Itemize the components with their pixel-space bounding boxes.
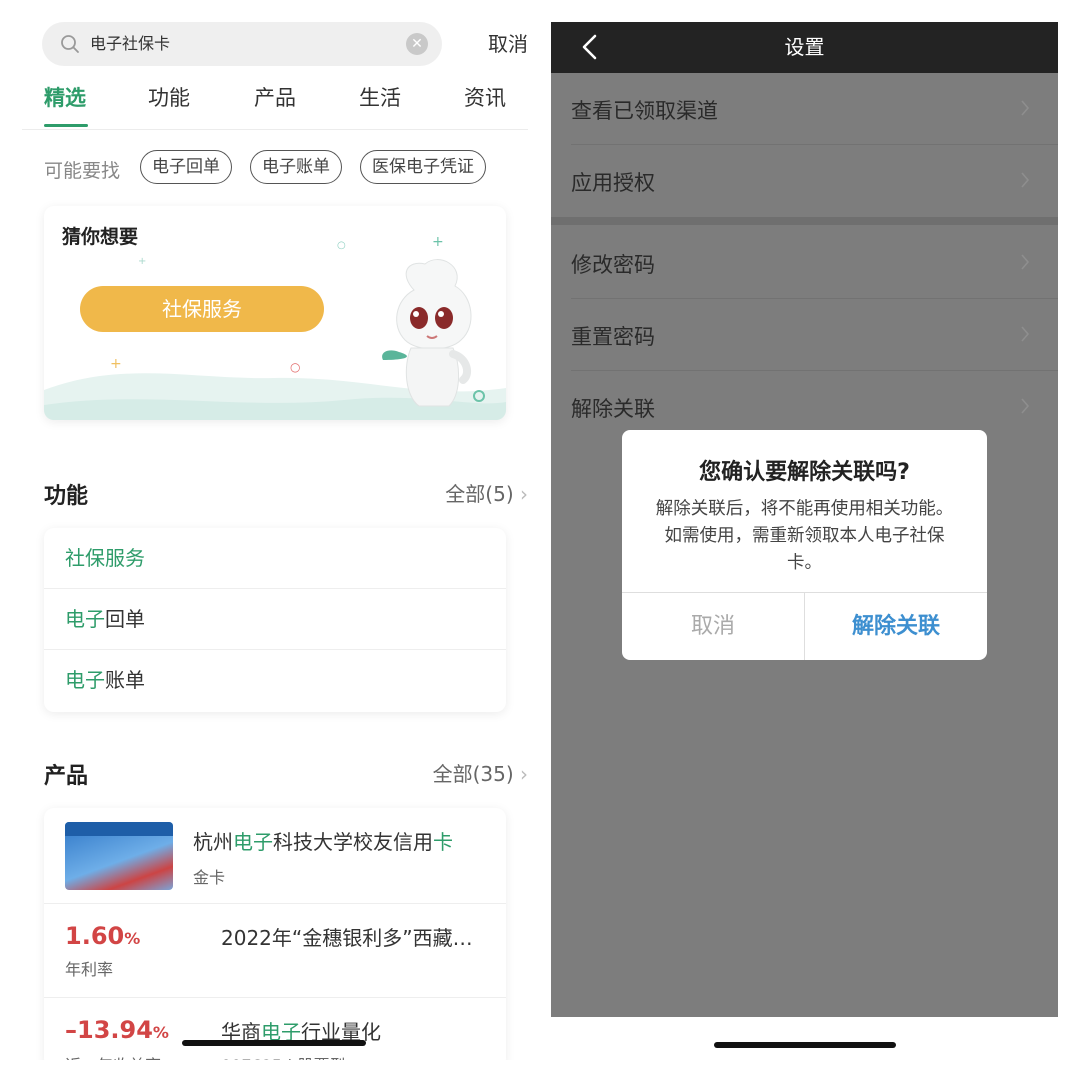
search-input[interactable]: 电子社保卡 bbox=[90, 22, 170, 66]
search-icon bbox=[61, 35, 79, 53]
function-item-electronic-statement[interactable]: 电子账单 bbox=[44, 650, 506, 711]
guess-card-title: 猜你想要 bbox=[62, 226, 139, 248]
search-results-screen: 电子社保卡 ✕ 取消 精选 功能 产品 生活 资讯 可能要找 电子回单 电子账单… bbox=[22, 0, 528, 1060]
group-separator bbox=[551, 217, 1058, 225]
home-indicator bbox=[182, 1040, 366, 1046]
tab-life[interactable]: 生活 bbox=[359, 82, 401, 112]
guess-card: 猜你想要 社保服务 + ○ + + ○ bbox=[44, 206, 506, 420]
result-tabs: 精选 功能 产品 生活 资讯 bbox=[22, 72, 528, 130]
suggestions-label: 可能要找 bbox=[44, 160, 121, 182]
rate-unit: % bbox=[124, 929, 141, 948]
rate-label: 近一年收益率 bbox=[65, 1052, 161, 1060]
rate-number: 1.60 bbox=[65, 922, 125, 950]
settings-item-view-channels[interactable]: 查看已领取渠道 bbox=[551, 73, 1058, 145]
function-item-text: 账单 bbox=[105, 668, 145, 692]
product-title: 2022年“金穗银利多”西藏… bbox=[221, 926, 473, 950]
search-bar: 电子社保卡 ✕ 取消 bbox=[22, 22, 528, 68]
rate-value: 1.60% bbox=[65, 922, 140, 950]
suggestion-chip-medical-voucher[interactable]: 医保电子凭证 bbox=[360, 150, 486, 184]
social-security-service-button[interactable]: 社保服务 bbox=[80, 286, 324, 332]
functions-all-label: 全部(5) bbox=[445, 482, 514, 506]
dialog-title: 您确认要解除关联吗? bbox=[699, 460, 910, 485]
sparkle-icon: ○ bbox=[290, 360, 301, 374]
settings-item-label: 修改密码 bbox=[571, 253, 655, 277]
title-part: 科技大学校友信用 bbox=[273, 830, 433, 854]
page-title: 设置 bbox=[784, 35, 825, 59]
search-box[interactable]: 电子社保卡 ✕ bbox=[42, 22, 442, 66]
unlink-confirm-dialog: 您确认要解除关联吗? 解除关联后，将不能再使用相关功能。如需使用，需重新领取本人… bbox=[622, 430, 987, 660]
products-view-all-link[interactable]: 全部(35) › bbox=[433, 758, 528, 787]
clear-icon[interactable]: ✕ bbox=[406, 33, 428, 55]
function-item-text: 回单 bbox=[105, 607, 145, 631]
dialog-confirm-unlink-button[interactable]: 解除关联 bbox=[805, 593, 987, 660]
product-subtitle: 007625 | 股票型 bbox=[221, 1052, 346, 1060]
function-item-highlight: 社保服务 bbox=[65, 546, 145, 570]
suggestions: 可能要找 电子回单 电子账单 医保电子凭证 bbox=[44, 150, 528, 186]
settings-item-label: 查看已领取渠道 bbox=[571, 99, 718, 123]
settings-item-label: 重置密码 bbox=[571, 325, 655, 349]
settings-item-label: 应用授权 bbox=[571, 171, 655, 195]
product-item-credit-card[interactable]: 杭州电子科技大学校友信用卡 金卡 bbox=[44, 808, 506, 904]
sparkle-icon: ○ bbox=[337, 240, 346, 251]
functions-section-header: 功能 全部(5) › bbox=[44, 474, 528, 510]
chevron-right-icon bbox=[1021, 172, 1030, 188]
nav-bar: 设置 bbox=[551, 22, 1058, 73]
function-item-electronic-receipt[interactable]: 电子回单 bbox=[44, 589, 506, 650]
title-part: 杭州 bbox=[193, 830, 233, 854]
bank-card-image bbox=[65, 822, 173, 890]
products-list: 杭州电子科技大学校友信用卡 金卡 1.60% 年利率 2022年“金穗银利多”西… bbox=[44, 808, 506, 1060]
card-header-strip bbox=[65, 822, 173, 836]
sparkle-icon: + bbox=[138, 256, 147, 267]
product-item-deposit[interactable]: 1.60% 年利率 2022年“金穗银利多”西藏… bbox=[44, 904, 506, 998]
products-section-title: 产品 bbox=[44, 764, 89, 789]
suggestion-chip-statement[interactable]: 电子账单 bbox=[250, 150, 342, 184]
rate-value: –13.94% bbox=[65, 1016, 169, 1044]
settings-item-label: 解除关联 bbox=[571, 397, 655, 421]
product-item-fund[interactable]: –13.94% 近一年收益率 华商电子行业量化 007625 | 股票型 bbox=[44, 998, 506, 1060]
function-item-social-security[interactable]: 社保服务 bbox=[44, 528, 506, 589]
sparkle-icon: + bbox=[432, 234, 444, 250]
chevron-right-icon bbox=[1021, 100, 1030, 116]
home-indicator bbox=[714, 1042, 896, 1048]
products-all-label: 全部(35) bbox=[432, 762, 514, 786]
tab-functions[interactable]: 功能 bbox=[148, 82, 190, 112]
products-section-header: 产品 全部(35) › bbox=[44, 754, 528, 790]
tab-news[interactable]: 资讯 bbox=[464, 82, 506, 112]
function-item-highlight: 电子 bbox=[65, 668, 105, 692]
active-tab-indicator bbox=[44, 124, 88, 127]
suggestion-chip-receipt[interactable]: 电子回单 bbox=[140, 150, 232, 184]
dialog-cancel-button[interactable]: 取消 bbox=[622, 593, 804, 660]
cancel-search-button[interactable]: 取消 bbox=[488, 22, 528, 66]
chevron-right-icon: › bbox=[520, 762, 528, 786]
settings-item-app-authorization[interactable]: 应用授权 bbox=[551, 145, 1058, 217]
dialog-message: 解除关联后，将不能再使用相关功能。如需使用，需重新领取本人电子社保卡。 bbox=[655, 499, 954, 573]
functions-list: 社保服务 电子回单 电子账单 bbox=[44, 528, 506, 712]
chevron-right-icon: › bbox=[520, 482, 528, 506]
settings-item-reset-password[interactable]: 重置密码 bbox=[551, 299, 1058, 371]
product-subtitle: 金卡 bbox=[193, 868, 226, 887]
title-highlight: 电子 bbox=[233, 830, 273, 854]
product-title: 杭州电子科技大学校友信用卡 bbox=[193, 826, 493, 855]
rate-number: –13.94 bbox=[65, 1016, 153, 1044]
title-highlight: 卡 bbox=[433, 830, 453, 854]
settings-item-change-password[interactable]: 修改密码 bbox=[551, 227, 1058, 299]
functions-section-title: 功能 bbox=[44, 484, 89, 509]
mascot-illustration bbox=[382, 259, 485, 407]
tab-featured[interactable]: 精选 bbox=[44, 82, 86, 112]
chevron-right-icon bbox=[1021, 326, 1030, 342]
chevron-right-icon bbox=[1021, 398, 1030, 414]
functions-view-all-link[interactable]: 全部(5) › bbox=[445, 478, 528, 507]
function-item-highlight: 电子 bbox=[65, 607, 105, 631]
settings-screen: 设置 查看已领取渠道 应用授权 修改密码 重置密码 解除关联 您确认要解除关联吗… bbox=[551, 22, 1058, 1017]
tab-products[interactable]: 产品 bbox=[254, 82, 296, 112]
sparkle-icon: + bbox=[110, 356, 122, 372]
rate-unit: % bbox=[152, 1023, 169, 1042]
chevron-right-icon bbox=[1021, 254, 1030, 270]
rate-label: 年利率 bbox=[65, 960, 114, 979]
